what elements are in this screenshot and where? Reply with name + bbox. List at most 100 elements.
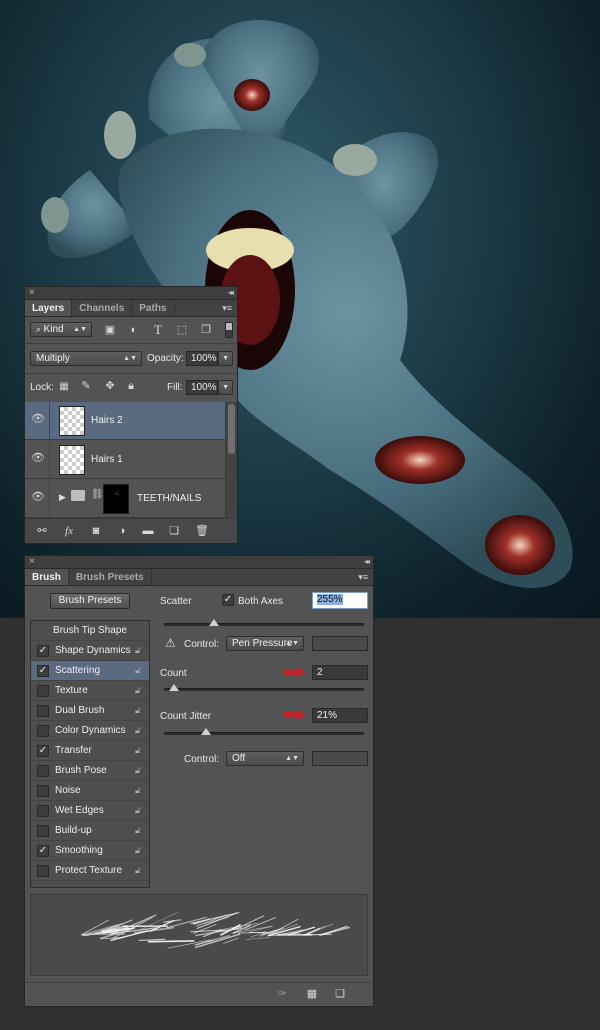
brush-option-shape-dynamics[interactable]: ✓ Shape Dynamics 🔓︎ [31,641,149,661]
count-value-field[interactable]: 2 [312,665,368,680]
collapse-icon[interactable]: ◂◂ [364,556,370,568]
checkbox[interactable] [37,725,49,737]
checkbox[interactable]: ✓ [37,845,49,857]
brush-option-brush-pose[interactable]: Brush Pose 🔓︎ [31,761,149,781]
layer-row-teeth-nails-group[interactable]: 👁︎ ▶ ⛓︎ ·: TEETH/NAILS [25,480,237,518]
tab-channels[interactable]: Channels [72,300,133,316]
count-jitter-slider[interactable] [164,728,364,735]
count-slider[interactable] [164,684,364,691]
checkbox[interactable] [37,685,49,697]
fill-field[interactable]: 100% [186,380,218,395]
checkbox[interactable] [37,865,49,877]
shape-filter-icon[interactable]: ⬚ [175,324,189,336]
layer-row-hairs-1[interactable]: 👁︎ Hairs 1 [25,441,237,479]
grid-icon[interactable]: ▦ [305,988,319,1000]
checkbox[interactable]: ✓ [37,645,49,657]
layer-row-hairs-2[interactable]: 👁︎ Hairs 2 [25,402,237,440]
smart-object-filter-icon[interactable]: ❐ [199,324,213,336]
lock-icon[interactable]: 🔓︎ [135,825,145,836]
scatter-slider[interactable] [164,619,364,626]
control-dropdown-pen-pressure[interactable]: Pen Pressure ▲▼ [226,636,304,651]
close-icon[interactable]: × [29,287,35,299]
panel-menu-icon[interactable]: ▾≡ [358,569,368,585]
lock-icon[interactable]: 🔓︎ [135,725,145,736]
control-label: Control: [184,639,220,650]
lock-icon[interactable]: 🔓︎ [135,685,145,696]
new-layer-icon[interactable]: ❏ [167,525,181,537]
lock-pixels-brush-icon[interactable]: ✎ [79,380,93,392]
pixel-filter-icon[interactable]: ▣ [103,324,117,336]
layer-filter-dropdown[interactable]: ⌕ Kind ▲▼ [30,322,92,337]
fill-slider-dropdown[interactable]: ▼ [218,380,233,395]
lock-icon[interactable]: 🔓︎ [135,765,145,776]
slider-knob[interactable] [201,728,211,735]
lock-icon[interactable]: 🔓︎ [135,865,145,876]
tab-layers[interactable]: Layers [25,300,73,316]
brush-option-color-dynamics[interactable]: Color Dynamics 🔓︎ [31,721,149,741]
folder-icon[interactable]: ▬ [141,525,155,537]
lock-icon[interactable]: 🔓︎ [135,805,145,816]
adjustment-filter-icon[interactable]: ◐ [127,324,141,336]
layers-scrollbar[interactable] [225,402,237,518]
scatter-value-field[interactable]: 255% [312,592,368,609]
brush-presets-button[interactable]: Brush Presets [50,593,130,609]
blend-mode-dropdown[interactable]: Multiply ▲▼ [30,351,142,366]
lock-transparency-icon[interactable]: ▦ [58,381,70,393]
tab-brush[interactable]: Brush [25,569,69,585]
collapse-icon[interactable]: ◂◂ [228,287,234,299]
eye-visibility-icon[interactable]: 👁︎ [31,453,45,464]
trash-icon[interactable]: 🗑︎ [195,525,209,537]
opacity-slider-dropdown[interactable]: ▼ [218,351,233,366]
eye-visibility-icon[interactable]: 👁︎ [31,414,45,425]
checkbox[interactable] [37,805,49,817]
eye-visibility-icon[interactable]: 👁︎ [31,492,45,503]
checkbox[interactable] [37,785,49,797]
brush-option-build-up[interactable]: Build-up 🔓︎ [31,821,149,841]
brush-option-scattering[interactable]: ✓ Scattering 🔓︎ [31,661,149,681]
opacity-field[interactable]: 100% [186,351,218,366]
tab-brush-presets[interactable]: Brush Presets [69,569,152,585]
layer-thumbnail [59,445,85,475]
lock-icon[interactable]: 🔓︎ [135,705,145,716]
control-dropdown-off[interactable]: Off ▲▼ [226,751,304,766]
fx-icon[interactable]: fx [61,525,77,537]
checkbox[interactable]: ✓ [37,745,49,757]
lock-icon[interactable]: 🔓︎ [135,745,145,756]
count-jitter-value-field[interactable]: 21% [312,708,368,723]
lock-all-padlock-icon[interactable]: 🔒︎ [125,380,137,392]
checkbox[interactable] [37,825,49,837]
expand-triangle-icon[interactable]: ▶ [59,492,66,503]
lock-icon[interactable]: 🔓︎ [135,785,145,796]
scrollbar-thumb[interactable] [228,404,235,454]
slider-knob[interactable] [209,619,219,626]
scatter-value: 255% [317,594,343,605]
brush-option-noise[interactable]: Noise 🔓︎ [31,781,149,801]
brush-tip-shape-item[interactable]: Brush Tip Shape [31,621,149,641]
filter-toggle[interactable] [225,322,233,338]
link-icon[interactable]: ⚯ [35,525,49,537]
lock-position-move-icon[interactable]: ✥ [103,380,117,392]
checkbox[interactable] [37,705,49,717]
close-icon[interactable]: × [29,556,35,568]
adjustment-icon[interactable]: ◑ [115,525,129,537]
new-preset-icon[interactable]: ❏ [333,988,347,1000]
opacity-label: Opacity: [147,353,184,364]
type-filter-icon[interactable]: T [151,323,165,336]
checkbox[interactable] [37,765,49,777]
brush-option-wet-edges[interactable]: Wet Edges 🔓︎ [31,801,149,821]
brush-option-dual-brush[interactable]: Dual Brush 🔓︎ [31,701,149,721]
lock-icon[interactable]: 🔓︎ [135,845,145,856]
checkbox[interactable]: ✓ [37,665,49,677]
lock-icon[interactable]: 🔓︎ [135,645,145,656]
brush-option-texture[interactable]: Texture 🔓︎ [31,681,149,701]
both-axes-checkbox[interactable]: ✓ [222,594,234,606]
slider-knob[interactable] [169,684,179,691]
tab-paths[interactable]: Paths [132,300,175,316]
panel-menu-icon[interactable]: ▾≡ [222,300,232,316]
brush-option-protect-texture[interactable]: Protect Texture 🔓︎ [31,861,149,881]
lock-icon[interactable]: 🔓︎ [135,665,145,676]
brush-option-transfer[interactable]: ✓ Transfer 🔓︎ [31,741,149,761]
brush-option-smoothing[interactable]: ✓ Smoothing 🔓︎ [31,841,149,861]
brush-preview-icon[interactable]: ✑ [275,988,289,1000]
mask-icon[interactable]: ◙ [89,525,103,537]
